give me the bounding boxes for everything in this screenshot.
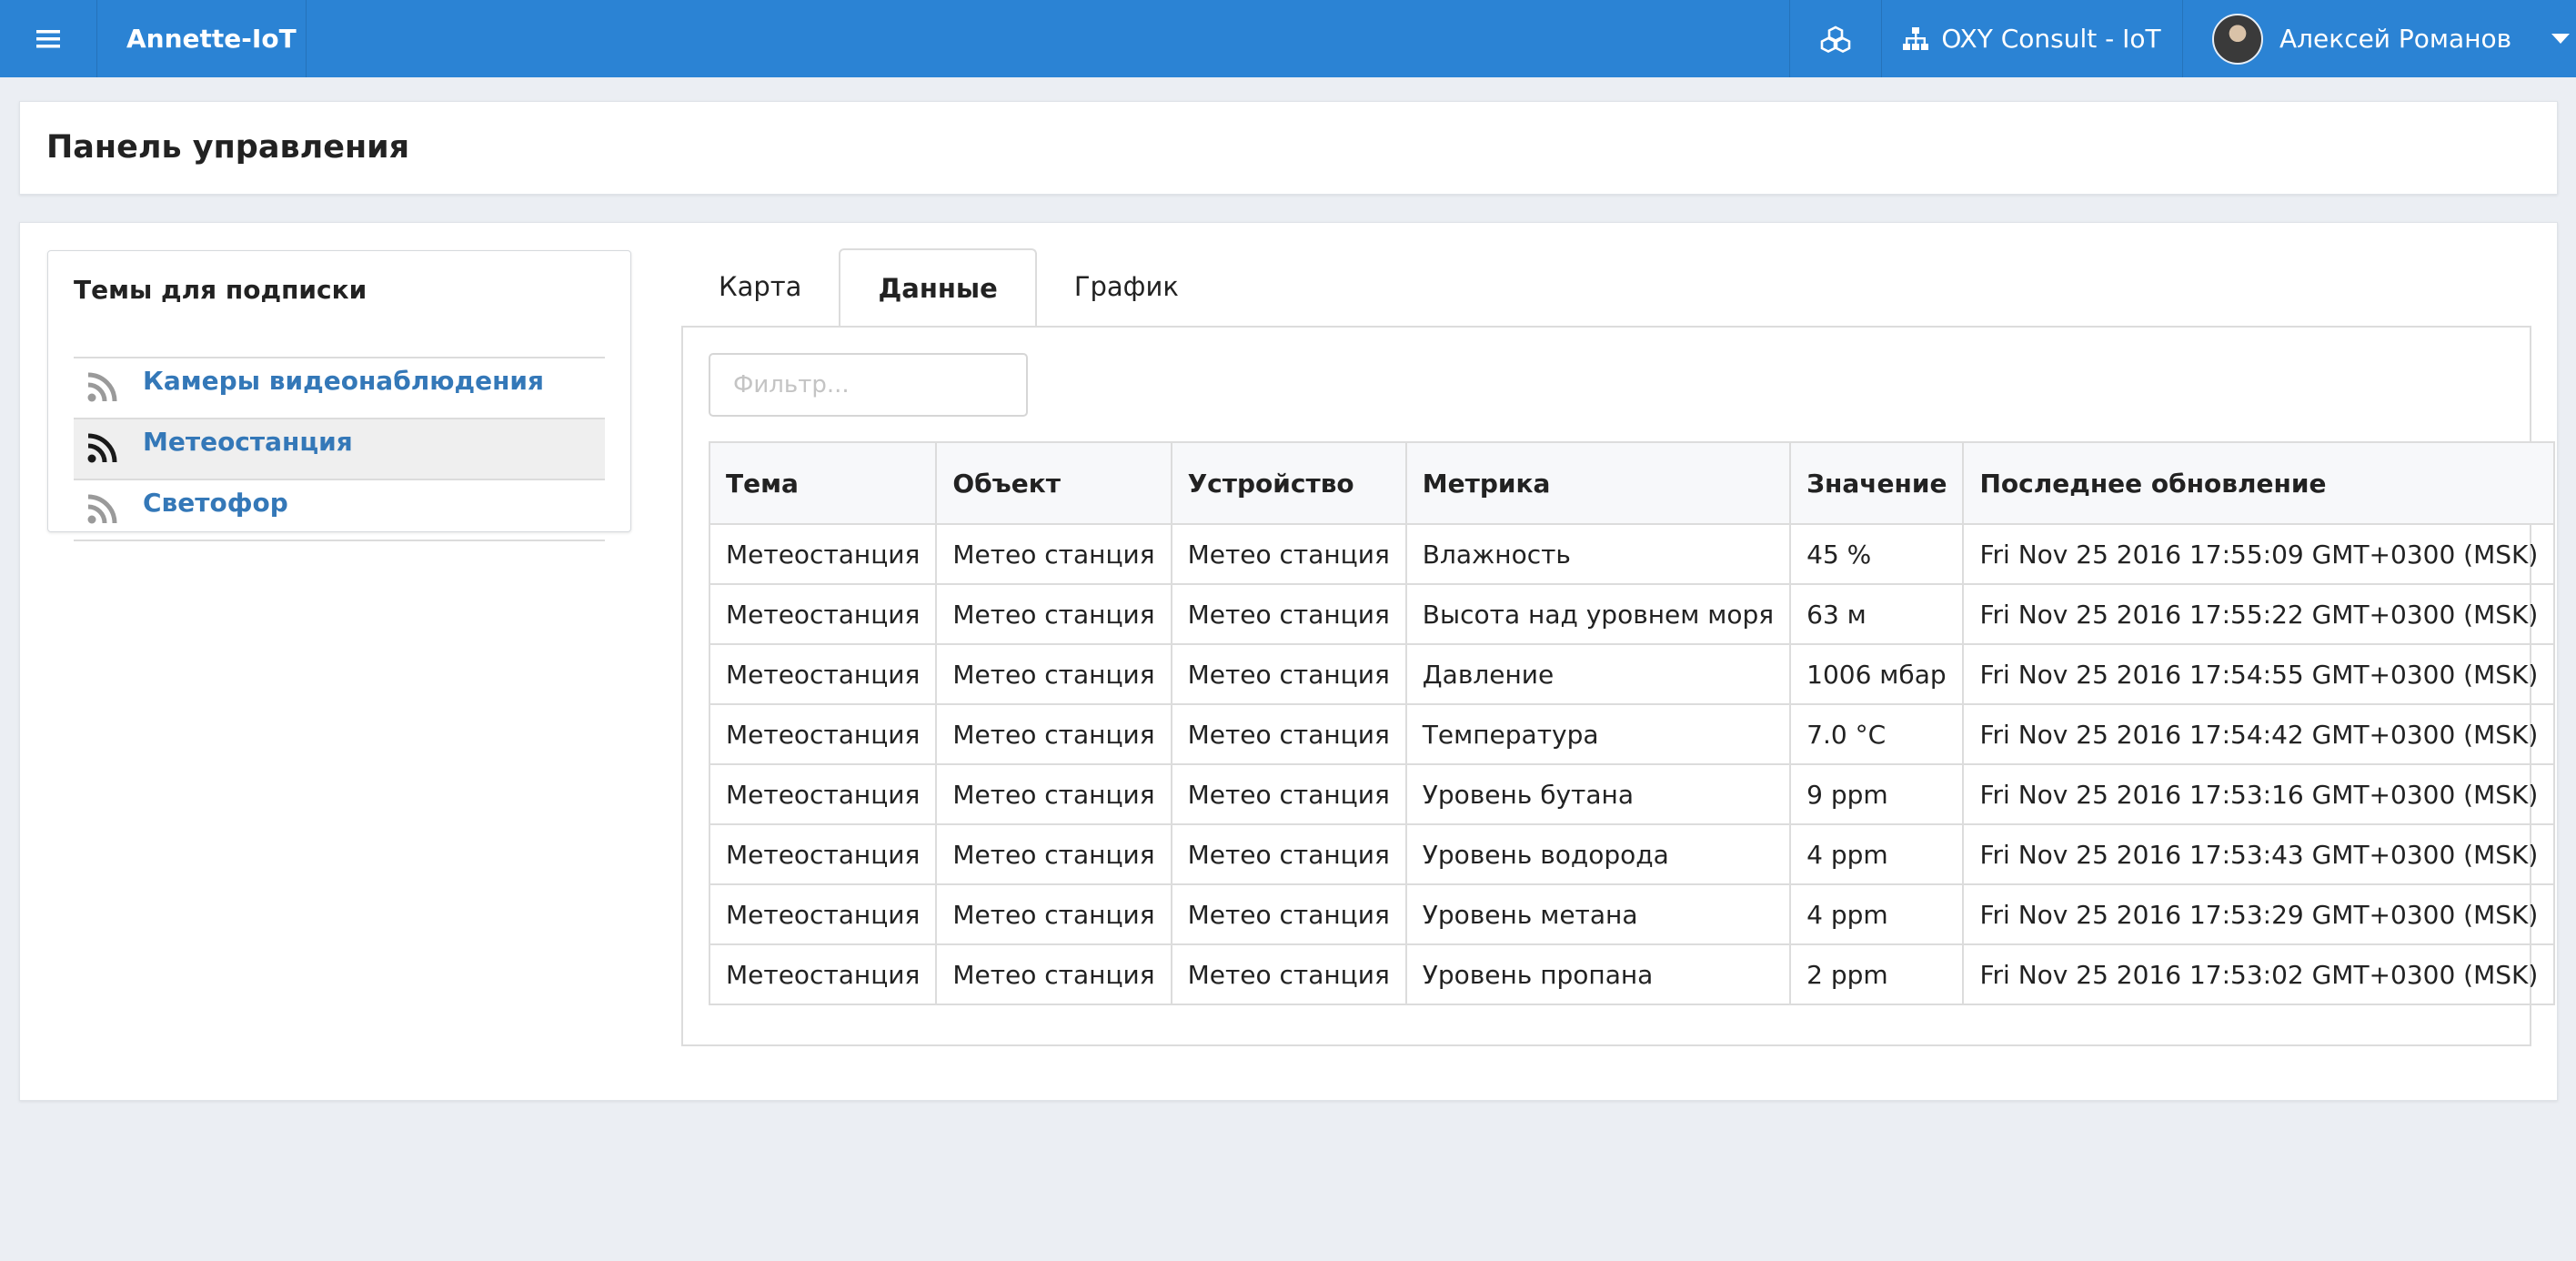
table-cell: Метеостанция <box>708 943 938 1005</box>
table-cell: 45 % <box>1789 523 1965 585</box>
table-cell: Метео станция <box>935 703 1172 765</box>
table-cell: Метео станция <box>935 583 1172 645</box>
table-cell: 63 м <box>1789 583 1965 645</box>
table-cell: Fri Nov 25 2016 17:53:29 GMT+0300 (MSK) <box>1962 883 2556 945</box>
table-cell: Влажность <box>1404 523 1792 585</box>
table-row: Метеостанция Метео станция Метео станция… <box>708 823 2556 885</box>
user-menu[interactable]: Алексей Романов <box>2183 0 2576 77</box>
table-cell: Метео станция <box>935 823 1172 885</box>
table-cell: Уровень водорода <box>1404 823 1792 885</box>
table-cell: Метеостанция <box>708 583 938 645</box>
topic-label: Камеры видеонаблюдения <box>143 366 545 396</box>
table-cell: Метео станция <box>1170 703 1407 765</box>
table-cell: Fri Nov 25 2016 17:55:09 GMT+0300 (MSK) <box>1962 523 2556 585</box>
rss-icon <box>87 433 117 463</box>
topic-item-traffic-light[interactable]: Светофор <box>74 480 605 541</box>
tab-data[interactable]: Данные <box>839 248 1037 328</box>
table-cell: Высота над уровнем моря <box>1404 583 1792 645</box>
user-name: Алексей Романов <box>2279 24 2512 54</box>
menu-toggle-button[interactable] <box>0 0 97 77</box>
table-cell: 4 ppm <box>1789 883 1965 945</box>
topic-list: Камеры видеонаблюдения Метеостанция Свет… <box>74 357 605 541</box>
table-cell: Метео станция <box>935 523 1172 585</box>
sitemap-icon <box>1903 26 1929 50</box>
data-tab-content: Тема Объект Устройство Метрика Значение … <box>681 326 2556 1046</box>
table-cell: Уровень бутана <box>1404 763 1792 825</box>
metrics-table: Тема Объект Устройство Метрика Значение … <box>708 441 2556 1005</box>
table-cell: Метео станция <box>1170 523 1407 585</box>
table-cell: Fri Nov 25 2016 17:53:16 GMT+0300 (MSK) <box>1962 763 2556 825</box>
table-cell: Метеостанция <box>708 823 938 885</box>
topic-item-weather-station[interactable]: Метеостанция <box>74 419 605 480</box>
avatar <box>2212 13 2263 65</box>
subscription-topics-box: Темы для подписки Камеры видеонаблюдения… <box>47 250 631 541</box>
caret-down-icon <box>2551 34 2571 44</box>
navbar-spacer <box>307 0 1790 77</box>
tab-chart[interactable]: График <box>1037 248 1216 327</box>
column-header[interactable]: Объект <box>935 441 1172 525</box>
modules-button[interactable] <box>1790 0 1882 77</box>
hamburger-icon <box>36 29 60 47</box>
table-cell: Fri Nov 25 2016 17:54:55 GMT+0300 (MSK) <box>1962 643 2556 705</box>
table-cell: Метео станция <box>1170 943 1407 1005</box>
table-cell: Метео станция <box>1170 763 1407 825</box>
table-row: Метеостанция Метео станция Метео станция… <box>708 643 2556 705</box>
column-header[interactable]: Устройство <box>1170 441 1407 525</box>
table-cell: Fri Nov 25 2016 17:53:02 GMT+0300 (MSK) <box>1962 943 2556 1005</box>
organization-name: OXY Consult - IoT <box>1941 24 2161 54</box>
table-cell: 1006 мбар <box>1789 643 1965 705</box>
column-header[interactable]: Тема <box>708 441 938 525</box>
table-row: Метеостанция Метео станция Метео станция… <box>708 763 2556 825</box>
table-cell: Метеостанция <box>708 883 938 945</box>
table-cell: Метео станция <box>935 763 1172 825</box>
table-cell: Метеостанция <box>708 643 938 705</box>
table-cell: Давление <box>1404 643 1792 705</box>
page-title: Панель управления <box>46 129 410 166</box>
page-header: Панель управления <box>19 101 2558 195</box>
table-row: Метеостанция Метео станция Метео станция… <box>708 883 2556 945</box>
topic-item-cameras[interactable]: Камеры видеонаблюдения <box>74 358 605 419</box>
column-header[interactable]: Метрика <box>1404 441 1792 525</box>
table-cell: 7.0 °C <box>1789 703 1965 765</box>
table-cell: Метео станция <box>935 643 1172 705</box>
brand-link[interactable]: Annette-IoT <box>97 0 307 77</box>
table-cell: Метеостанция <box>708 703 938 765</box>
topic-label: Светофор <box>143 488 288 518</box>
rss-icon <box>87 494 117 524</box>
table-cell: Метео станция <box>935 883 1172 945</box>
table-row: Метеостанция Метео станция Метео станция… <box>708 943 2556 1005</box>
filter-input[interactable] <box>709 353 1028 417</box>
table-cell: 4 ppm <box>1789 823 1965 885</box>
table-cell: Уровень метана <box>1404 883 1792 945</box>
table-cell: Уровень пропана <box>1404 943 1792 1005</box>
table-cell: Температура <box>1404 703 1792 765</box>
table-row: Метеостанция Метео станция Метео станция… <box>708 703 2556 765</box>
table-cell: Метео станция <box>1170 643 1407 705</box>
main-panel: Темы для подписки Камеры видеонаблюдения… <box>19 222 2558 1101</box>
table-cell: Метео станция <box>935 943 1172 1005</box>
table-cell: Fri Nov 25 2016 17:55:22 GMT+0300 (MSK) <box>1962 583 2556 645</box>
table-cell: Метео станция <box>1170 823 1407 885</box>
organization-selector[interactable]: OXY Consult - IoT <box>1882 0 2183 77</box>
table-header-row: Тема Объект Устройство Метрика Значение … <box>708 441 2556 525</box>
table-cell: Метео станция <box>1170 883 1407 945</box>
cubes-icon <box>1820 25 1851 53</box>
column-header[interactable]: Последнее обновление <box>1962 441 2556 525</box>
view-tabs: Карта Данные График <box>681 248 1216 328</box>
table-cell: 2 ppm <box>1789 943 1965 1005</box>
table-row: Метеостанция Метео станция Метео станция… <box>708 583 2556 645</box>
table-cell: Метеостанция <box>708 523 938 585</box>
table-cell: Метеостанция <box>708 763 938 825</box>
topics-title: Темы для подписки <box>74 275 367 305</box>
column-header[interactable]: Значение <box>1789 441 1965 525</box>
topic-label: Метеостанция <box>143 427 353 457</box>
table-cell: Fri Nov 25 2016 17:53:43 GMT+0300 (MSK) <box>1962 823 2556 885</box>
table-cell: 9 ppm <box>1789 763 1965 825</box>
table-cell: Fri Nov 25 2016 17:54:42 GMT+0300 (MSK) <box>1962 703 2556 765</box>
rss-icon <box>87 372 117 402</box>
top-navbar: Annette-IoT OXY Consult - IoT Алексей Ро… <box>0 0 2576 77</box>
table-row: Метеостанция Метео станция Метео станция… <box>708 523 2556 585</box>
tab-map[interactable]: Карта <box>681 248 839 327</box>
table-cell: Метео станция <box>1170 583 1407 645</box>
